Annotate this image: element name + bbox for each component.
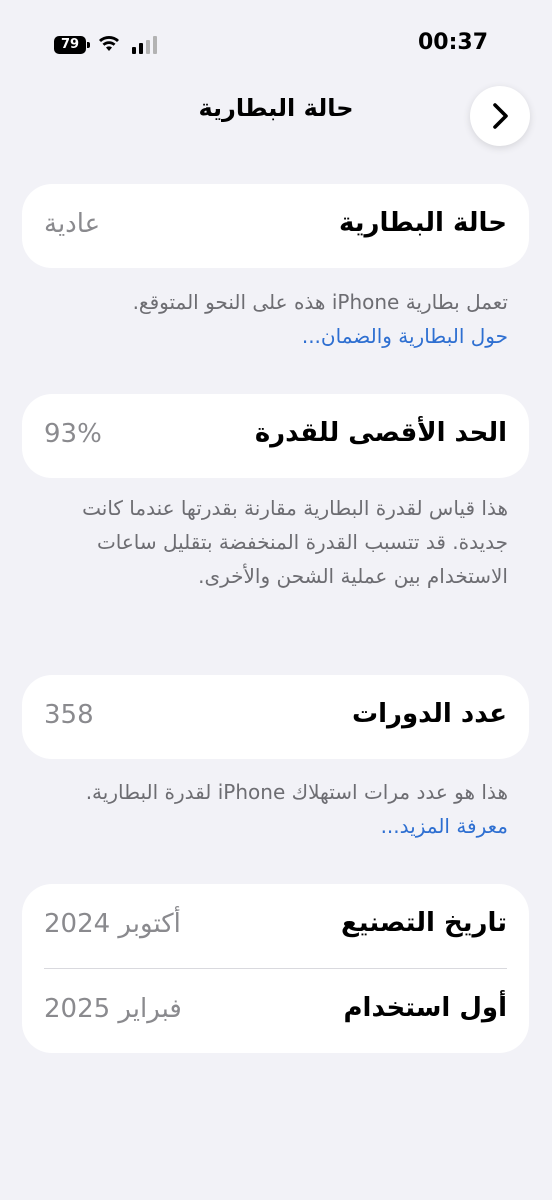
battery-level: 79 (60, 37, 80, 52)
manufacture-date-row: تاريخ التصنيع أكتوبر 2024 (22, 884, 529, 968)
cycle-count-label: عدد الدورات (351, 699, 507, 729)
battery-health-value: عادية (44, 209, 101, 239)
battery-health-label: حالة البطارية (339, 208, 507, 238)
first-use-label: أول استخدام (343, 993, 507, 1023)
battery-health-description: تعمل بطارية iPhone هذه على النحو المتوقع… (132, 290, 508, 314)
learn-more-link[interactable]: معرفة المزيد... (381, 814, 508, 838)
cycle-count-footnote: هذا هو عدد مرات استهلاك iPhone لقدرة الب… (42, 775, 508, 843)
maximum-capacity-value: 93% (44, 419, 102, 449)
maximum-capacity-label: الحد الأقصى للقدرة (254, 418, 507, 448)
first-use-value: فبراير 2025 (44, 994, 182, 1024)
maximum-capacity-card: الحد الأقصى للقدرة 93% (22, 394, 529, 478)
cycle-count-card: عدد الدورات 358 (22, 675, 529, 759)
maximum-capacity-row: الحد الأقصى للقدرة 93% (22, 394, 529, 478)
status-time: 00:37 (418, 30, 489, 55)
manufacture-date-value: أكتوبر 2024 (44, 909, 181, 939)
manufacture-date-label: تاريخ التصنيع (341, 908, 507, 938)
maximum-capacity-footnote: هذا قياس لقدرة البطارية مقارنة بقدرتها ع… (82, 496, 508, 588)
cycle-count-description: هذا هو عدد مرات استهلاك iPhone لقدرة الب… (85, 780, 508, 804)
battery-health-row: حالة البطارية عادية (22, 184, 529, 268)
status-bar: 79 00:37 (0, 0, 552, 90)
battery-warranty-link[interactable]: حول البطارية والضمان... (302, 324, 508, 348)
chevron-right-icon (493, 103, 508, 129)
back-button[interactable] (470, 86, 530, 146)
wifi-icon (99, 36, 119, 51)
battery-icon: 79 (54, 36, 90, 54)
dates-card: تاريخ التصنيع أكتوبر 2024 أول استخدام فب… (22, 884, 529, 1053)
battery-health-footnote: تعمل بطارية iPhone هذه على النحو المتوقع… (42, 285, 508, 353)
first-use-row: أول استخدام فبراير 2025 (22, 969, 529, 1053)
cellular-signal-icon (132, 36, 157, 54)
cycle-count-row: عدد الدورات 358 (22, 675, 529, 759)
cycle-count-value: 358 (44, 700, 94, 730)
battery-health-card: حالة البطارية عادية (22, 184, 529, 268)
